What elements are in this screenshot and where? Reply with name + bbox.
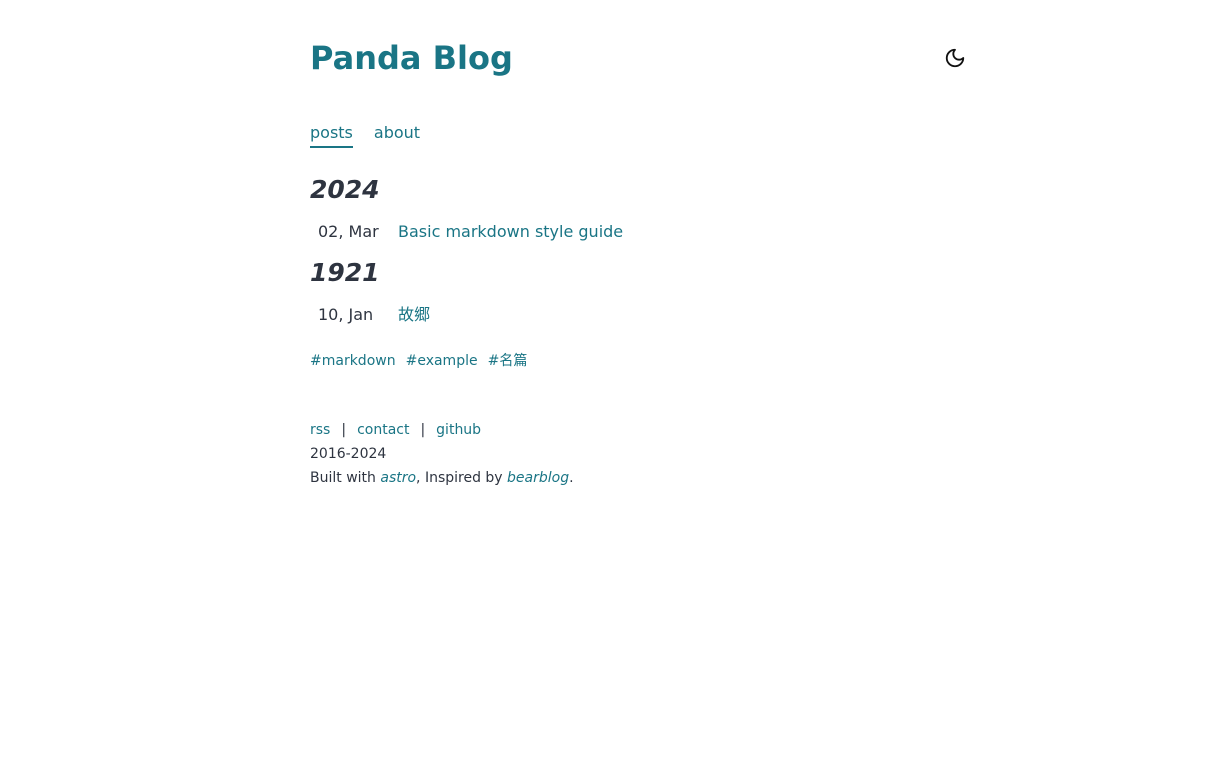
tag-link[interactable]: #名篇 (488, 353, 528, 369)
footer-link-contact[interactable]: contact (357, 422, 409, 438)
page: Panda Blog posts about 2024 02, Mar Basic… (0, 0, 1223, 760)
footer-link-github[interactable]: github (436, 422, 481, 438)
main-nav: posts about (310, 121, 420, 148)
post-title-link[interactable]: 故郷 (398, 305, 430, 324)
nav-link-posts[interactable]: posts (310, 121, 353, 148)
footer-link-rss[interactable]: rss (310, 422, 330, 438)
post-date: 10, Jan (318, 305, 374, 324)
period-text: . (569, 470, 574, 486)
site-footer: rss | contact | github 2016-2024 Built with … (310, 418, 574, 490)
built-with-line: Built with astro, Inspired by bearblog. (310, 466, 574, 490)
built-with-text: Built with (310, 470, 381, 486)
year-heading: 2024 (310, 175, 380, 204)
post-title-link[interactable]: Basic markdown style guide (398, 222, 623, 241)
inspired-by-text: , Inspired by (416, 470, 508, 486)
nav-link-about[interactable]: about (374, 121, 420, 148)
tag-link[interactable]: #markdown (310, 353, 396, 369)
footer-links: rss | contact | github (310, 418, 574, 442)
moon-icon (945, 48, 965, 68)
tag-list: #markdown #example #名篇 (310, 351, 537, 371)
tag-link[interactable]: #example (406, 353, 478, 369)
astro-link[interactable]: astro (380, 470, 416, 486)
post-date: 02, Mar (318, 222, 379, 241)
post-list-item: 02, Mar Basic markdown style guide (318, 220, 623, 244)
year-heading: 1921 (310, 258, 380, 287)
theme-toggle-button[interactable] (942, 45, 968, 71)
bearblog-link[interactable]: bearblog (507, 470, 569, 486)
footer-separator: | (341, 422, 347, 438)
post-list-item: 10, Jan 故郷 (318, 303, 430, 327)
copyright-years: 2016-2024 (310, 446, 387, 462)
footer-separator: | (420, 422, 426, 438)
site-title-link[interactable]: Panda Blog (310, 36, 513, 80)
